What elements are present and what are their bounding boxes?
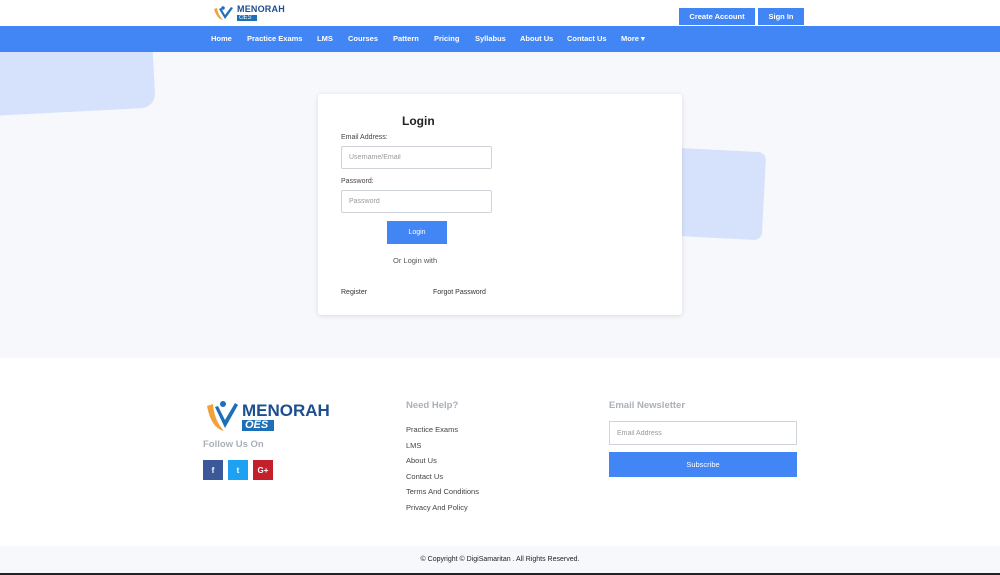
footer (0, 358, 1000, 546)
decorative-shape (0, 52, 156, 117)
nav-item-more-dropdown[interactable]: More ▾ (621, 26, 645, 52)
nav-item-pattern[interactable]: Pattern (393, 26, 419, 52)
subscribe-button[interactable]: Subscribe (609, 452, 797, 477)
logo-sub-text: OES (237, 15, 257, 21)
nav-item-syllabus[interactable]: Syllabus (475, 26, 506, 52)
or-login-with-text: Or Login with (393, 256, 438, 265)
email-field[interactable] (341, 146, 492, 169)
copyright-bar: © Copyright © DigiSamaritan . All Rights… (0, 546, 1000, 575)
footer-link-privacy[interactable]: Privacy And Policy (406, 503, 468, 512)
logo-brand-text: MENORAH (237, 4, 285, 14)
login-button[interactable]: Login (387, 221, 447, 244)
password-label: Password: (341, 178, 374, 185)
footer-link-terms[interactable]: Terms And Conditions (406, 487, 479, 496)
footer-logo[interactable]: MENORAH OES (204, 398, 330, 434)
twitter-icon[interactable]: t (228, 460, 248, 480)
nav-item-practice-exams[interactable]: Practice Exams (247, 26, 302, 52)
footer-logo-sub: OES (242, 419, 274, 431)
login-title: Login (402, 114, 435, 128)
nav-item-courses[interactable]: Courses (348, 26, 378, 52)
newsletter-email-input[interactable] (609, 421, 797, 445)
password-field[interactable] (341, 190, 492, 213)
footer-link-lms[interactable]: LMS (406, 441, 421, 450)
nav-item-pricing[interactable]: Pricing (434, 26, 459, 52)
top-bar: MENORAH OES Create Account Sign In (0, 0, 1000, 26)
nav-item-about-us[interactable]: About Us (520, 26, 553, 52)
email-label: Email Address: (341, 134, 388, 141)
sign-in-button[interactable]: Sign In (758, 8, 804, 25)
forgot-password-link[interactable]: Forgot Password (433, 289, 486, 296)
footer-link-practice-exams[interactable]: Practice Exams (406, 425, 458, 434)
create-account-button[interactable]: Create Account (679, 8, 755, 25)
site-logo[interactable]: MENORAH OES (212, 4, 292, 22)
nav-item-contact-us[interactable]: Contact Us (567, 26, 607, 52)
logo-mark-icon (212, 5, 234, 21)
copyright-text: © Copyright © DigiSamaritan . All Rights… (420, 556, 580, 563)
decorative-shape (669, 147, 767, 241)
main-nav: Home Practice Exams LMS Courses Pattern … (0, 26, 1000, 52)
follow-us-heading: Follow Us On (203, 439, 264, 450)
newsletter-heading: Email Newsletter (609, 400, 686, 411)
footer-link-contact-us[interactable]: Contact Us (406, 472, 443, 481)
nav-item-lms[interactable]: LMS (317, 26, 333, 52)
footer-link-about-us[interactable]: About Us (406, 456, 437, 465)
facebook-icon[interactable]: f (203, 460, 223, 480)
need-help-heading: Need Help? (406, 400, 459, 411)
nav-item-home[interactable]: Home (211, 26, 232, 52)
logo-mark-icon (204, 398, 240, 434)
google-plus-icon[interactable]: G+ (253, 460, 273, 480)
login-card: Login Email Address: Password: Login Or … (318, 94, 682, 315)
register-link[interactable]: Register (341, 289, 367, 296)
footer-logo-brand: MENORAH (242, 400, 330, 420)
